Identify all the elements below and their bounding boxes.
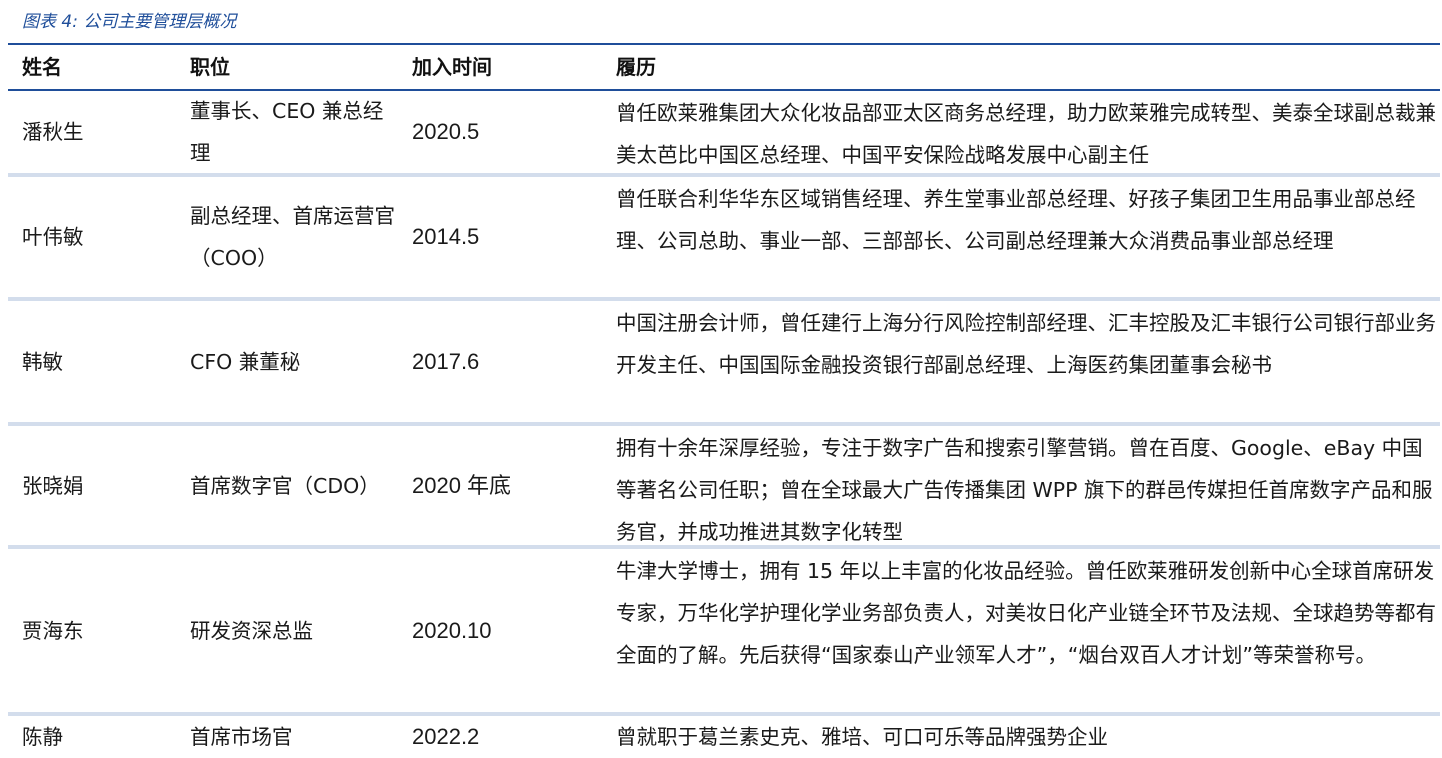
cell-join-time: 2020.5 <box>412 119 480 144</box>
table-row: 张晓娟 首席数字官（CDO） 2020 年底 拥有十余年深厚经验，专注于数字广告… <box>8 426 1440 549</box>
cell-position: 首席市场官 <box>190 724 293 749</box>
cell-join-time: 2022.2 <box>412 723 480 749</box>
table-row: 叶伟敏 副总经理、首席运营官（COO） 2014.5 曾任联合利华华东区域销售经… <box>8 177 1440 301</box>
cell-name: 张晓娟 <box>22 473 84 498</box>
cell-position: 首席数字官（CDO） <box>190 473 380 498</box>
cell-resume: 拥有十余年深厚经验，专注于数字广告和搜索引擎营销。曾在百度、Google、eBa… <box>616 436 1433 544</box>
cell-resume: 中国注册会计师，曾任建行上海分行风险控制部经理、汇丰控股及汇丰银行公司银行部业务… <box>616 311 1436 377</box>
table-row: 潘秋生 董事长、CEO 兼总经理 2020.5 曾任欧莱雅集团大众化妆品部亚太区… <box>8 91 1440 177</box>
table-row: 陈静 首席市场官 2022.2 曾就职于葛兰素史克、雅培、可口可乐等品牌强势企业 <box>8 716 1440 757</box>
cell-resume: 牛津大学博士，拥有 15 年以上丰富的化妆品经验。曾任欧莱雅研发创新中心全球首席… <box>616 559 1436 667</box>
cell-resume: 曾就职于葛兰素史克、雅培、可口可乐等品牌强势企业 <box>616 724 1108 749</box>
cell-join-time: 2020 年底 <box>412 472 512 498</box>
cell-position: 副总经理、首席运营官（COO） <box>190 204 395 270</box>
cell-join-time: 2020.10 <box>412 617 492 643</box>
header-name: 姓名 <box>22 55 62 79</box>
cell-position: 董事长、CEO 兼总经理 <box>190 99 384 165</box>
header-join-time: 加入时间 <box>412 55 492 79</box>
cell-resume: 曾任欧莱雅集团大众化妆品部亚太区商务总经理，助力欧莱雅完成转型、美泰全球副总裁兼… <box>616 101 1436 167</box>
cell-name: 韩敏 <box>22 349 63 374</box>
cell-name: 贾海东 <box>22 618 84 643</box>
header-resume: 履历 <box>616 55 656 79</box>
cell-name: 叶伟敏 <box>22 225 84 249</box>
table-row: 韩敏 CFO 兼董秘 2017.6 中国注册会计师，曾任建行上海分行风险控制部经… <box>8 301 1440 426</box>
table-row: 贾海东 研发资深总监 2020.10 牛津大学博士，拥有 15 年以上丰富的化妆… <box>8 549 1440 716</box>
cell-position: CFO 兼董秘 <box>190 349 301 374</box>
figure-caption: 图表 4: 公司主要管理层概况 <box>22 12 237 32</box>
cell-join-time: 2014.5 <box>412 224 480 249</box>
cell-name: 陈静 <box>22 724 63 749</box>
cell-name: 潘秋生 <box>22 120 84 144</box>
cell-resume: 曾任联合利华华东区域销售经理、养生堂事业部总经理、好孩子集团卫生用品事业部总经理… <box>616 187 1416 253</box>
cell-join-time: 2017.6 <box>412 348 480 374</box>
table-header: 姓名 职位 加入时间 履历 <box>8 45 1440 91</box>
header-position: 职位 <box>190 55 230 79</box>
cell-position: 研发资深总监 <box>190 618 313 643</box>
